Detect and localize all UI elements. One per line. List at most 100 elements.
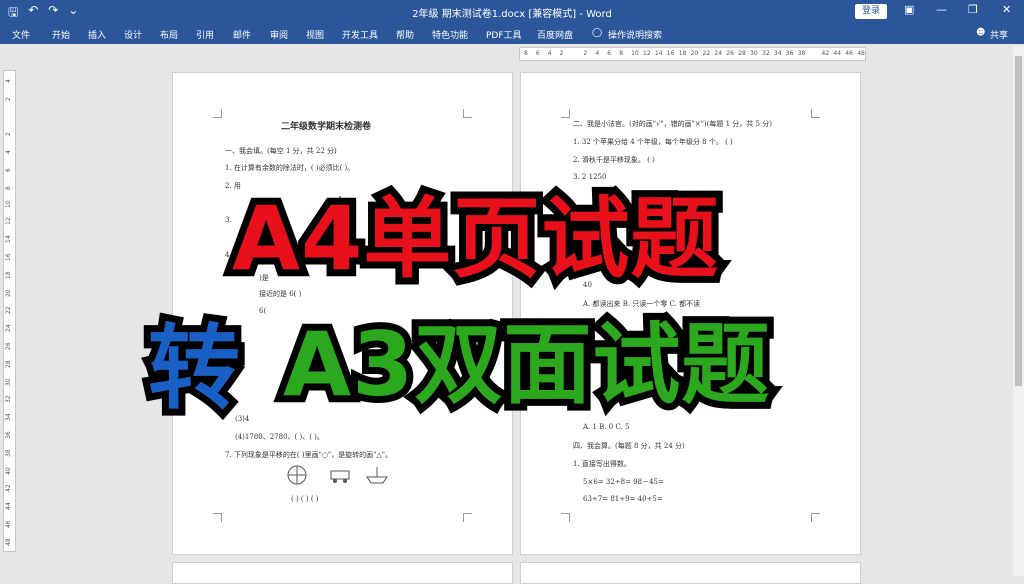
ruler-tick-label: 30: [5, 377, 12, 386]
tab-review[interactable]: 审阅: [270, 28, 288, 41]
ruler-tick-label: 48: [857, 50, 865, 57]
ruler-tick-label: 30: [750, 50, 758, 57]
ruler-tick-label: 18: [5, 271, 12, 279]
ruler-tick-label: 46: [845, 50, 853, 57]
doc-line: 一、我会填。(每空 1 分，共 22 分): [225, 147, 337, 155]
ruler-tick-label: 10: [631, 50, 639, 57]
doc-line: ( ) ( ) ( ): [291, 495, 319, 503]
ruler-tick-label: 6: [5, 168, 12, 172]
scrollbar-thumb[interactable]: [1015, 56, 1022, 386]
ruler-tick-label: 2: [559, 50, 564, 57]
ruler-tick-label: 22: [5, 306, 12, 315]
boat-icon: [366, 467, 388, 484]
doc-line: 2. 滑秋千是平移现象。 ( ): [573, 156, 655, 164]
ruler-tick-label: 8: [5, 185, 12, 190]
tab-file[interactable]: 文件: [12, 28, 30, 41]
ruler-tick-label: 28: [738, 50, 746, 57]
tab-view[interactable]: 视图: [306, 28, 324, 41]
title-bar: 🖫 ↶ ↷ ⌄ 2年级 期末测试卷1.docx [兼容模式] - Word 登录…: [0, 0, 1024, 24]
restore-icon[interactable]: ❐: [968, 3, 978, 16]
ruler-tick-label: 26: [726, 50, 734, 57]
document-title: 二年级数学期末检测卷: [281, 122, 372, 132]
margin-mark: [213, 109, 222, 118]
ruler-tick-label: 34: [773, 50, 782, 57]
margin-mark: [463, 513, 472, 522]
tab-developer[interactable]: 开发工具: [342, 28, 378, 41]
ruler-tick-label: 36: [5, 431, 12, 439]
doc-line: 二、我是小法官。(对的画"√"，错的画"×")(每题 1 分，共 5 分): [573, 120, 772, 128]
truck-icon: [330, 470, 350, 483]
vertical-scrollbar[interactable]: [1013, 46, 1024, 576]
tab-design[interactable]: 设计: [124, 28, 142, 41]
ruler-tick-label: 36: [785, 50, 794, 57]
doc-line: 6(: [259, 307, 267, 315]
doc-line: (4)1780、2780、( )、( )。: [235, 433, 324, 441]
ruler-tick-label: 18: [678, 50, 687, 57]
ruler-tick-label: 24: [714, 50, 723, 57]
doc-line: 3.: [225, 216, 232, 224]
doc-line: 5×6= 32÷8= 98－45=: [583, 478, 664, 486]
margin-mark: [811, 513, 820, 522]
ruler-tick-label: 22: [702, 50, 711, 57]
ruler-tick-label: 2: [583, 50, 588, 57]
margin-mark: [561, 109, 570, 118]
margin-mark: [213, 513, 222, 522]
tab-insert[interactable]: 插入: [88, 28, 106, 41]
ruler-tick-label: 14: [5, 235, 12, 244]
ruler-tick-label: 42: [5, 484, 12, 493]
horizontal-ruler[interactable]: 8 6 4 2 2 4 6 8 10 12 14 16 18 20 22 24 26 28 30 32 34 36 38 42…: [519, 47, 866, 61]
ruler-tick-label: 4: [5, 79, 12, 83]
user-icon[interactable]: ☻: [976, 28, 985, 38]
tab-help[interactable]: 帮助: [396, 28, 414, 41]
ribbon-tabs: 文件 开始 插入 设计 布局 引用 邮件 审阅 视图 开发工具 帮助 特色功能 …: [0, 24, 1024, 44]
tab-layout[interactable]: 布局: [160, 28, 178, 41]
close-icon[interactable]: ✕: [1002, 3, 1011, 16]
ruler-tick-label: 32: [5, 395, 12, 404]
tab-references[interactable]: 引用: [196, 28, 214, 41]
ruler-tick-label: 4: [595, 50, 600, 57]
document-page-next-left[interactable]: [172, 562, 513, 584]
doc-line: 4.: [225, 251, 232, 259]
login-button[interactable]: 登录: [855, 4, 887, 19]
ruler-tick-label: 20: [690, 50, 699, 57]
tab-home[interactable]: 开始: [52, 28, 70, 41]
ruler-tick-label: 38: [797, 50, 806, 57]
ruler-tick-label: 16: [5, 253, 12, 261]
margin-mark: [463, 109, 472, 118]
ruler-tick-label: 10: [5, 199, 12, 208]
ribbon-display-icon[interactable]: ▣: [904, 3, 914, 16]
doc-line: 1. 直接写出得数。: [573, 460, 631, 468]
ruler-tick-label: 46: [5, 520, 12, 528]
ruler-tick-label: 24: [5, 324, 12, 333]
ruler-tick-label: 8: [524, 50, 528, 57]
document-page-next-right[interactable]: [520, 562, 861, 584]
ruler-tick-label: 32: [762, 50, 770, 57]
ruler-tick-label: 38: [5, 449, 12, 457]
ruler-tick-label: 20: [5, 288, 12, 297]
minimize-icon[interactable]: —: [936, 3, 947, 16]
share-button[interactable]: 共享: [990, 28, 1008, 41]
question-images: [287, 465, 388, 485]
lightbulb-icon: ◯: [592, 28, 603, 38]
tell-me-search[interactable]: 操作说明搜索: [608, 28, 662, 41]
margin-mark: [811, 109, 820, 118]
ruler-tick-label: 2: [5, 132, 12, 137]
overlay-headline-a3: A3双面试题: [276, 306, 776, 423]
doc-line: 63÷7= 81÷9= 40÷5=: [583, 495, 663, 503]
tab-pdf-tools[interactable]: PDF工具: [486, 28, 522, 41]
ruler-tick-label: 42: [821, 50, 830, 57]
ruler-tick-label: 4: [5, 150, 12, 155]
vertical-ruler[interactable]: 4 2 2 4 6 8 10 12 14 16 18 20 22 24 26 28 30 32 34 36 38 40 42…: [3, 70, 16, 552]
tab-mailings[interactable]: 邮件: [233, 28, 251, 41]
tab-baidu-netdisk[interactable]: 百度网盘: [537, 28, 573, 41]
tab-special-features[interactable]: 特色功能: [432, 28, 468, 41]
ruler-tick-label: 14: [654, 50, 663, 57]
ruler-tick-label: 48: [5, 538, 12, 546]
doc-line: 四、我会算。(每题 8 分，共 24 分): [573, 442, 685, 450]
ruler-tick-label: 12: [5, 217, 12, 226]
ruler-tick-label: 44: [5, 502, 12, 511]
ruler-tick-label: 34: [5, 413, 12, 422]
ruler-tick-label: 26: [5, 342, 12, 350]
overlay-headline-convert: 转: [141, 308, 247, 429]
ruler-tick-label: 40: [5, 466, 12, 475]
